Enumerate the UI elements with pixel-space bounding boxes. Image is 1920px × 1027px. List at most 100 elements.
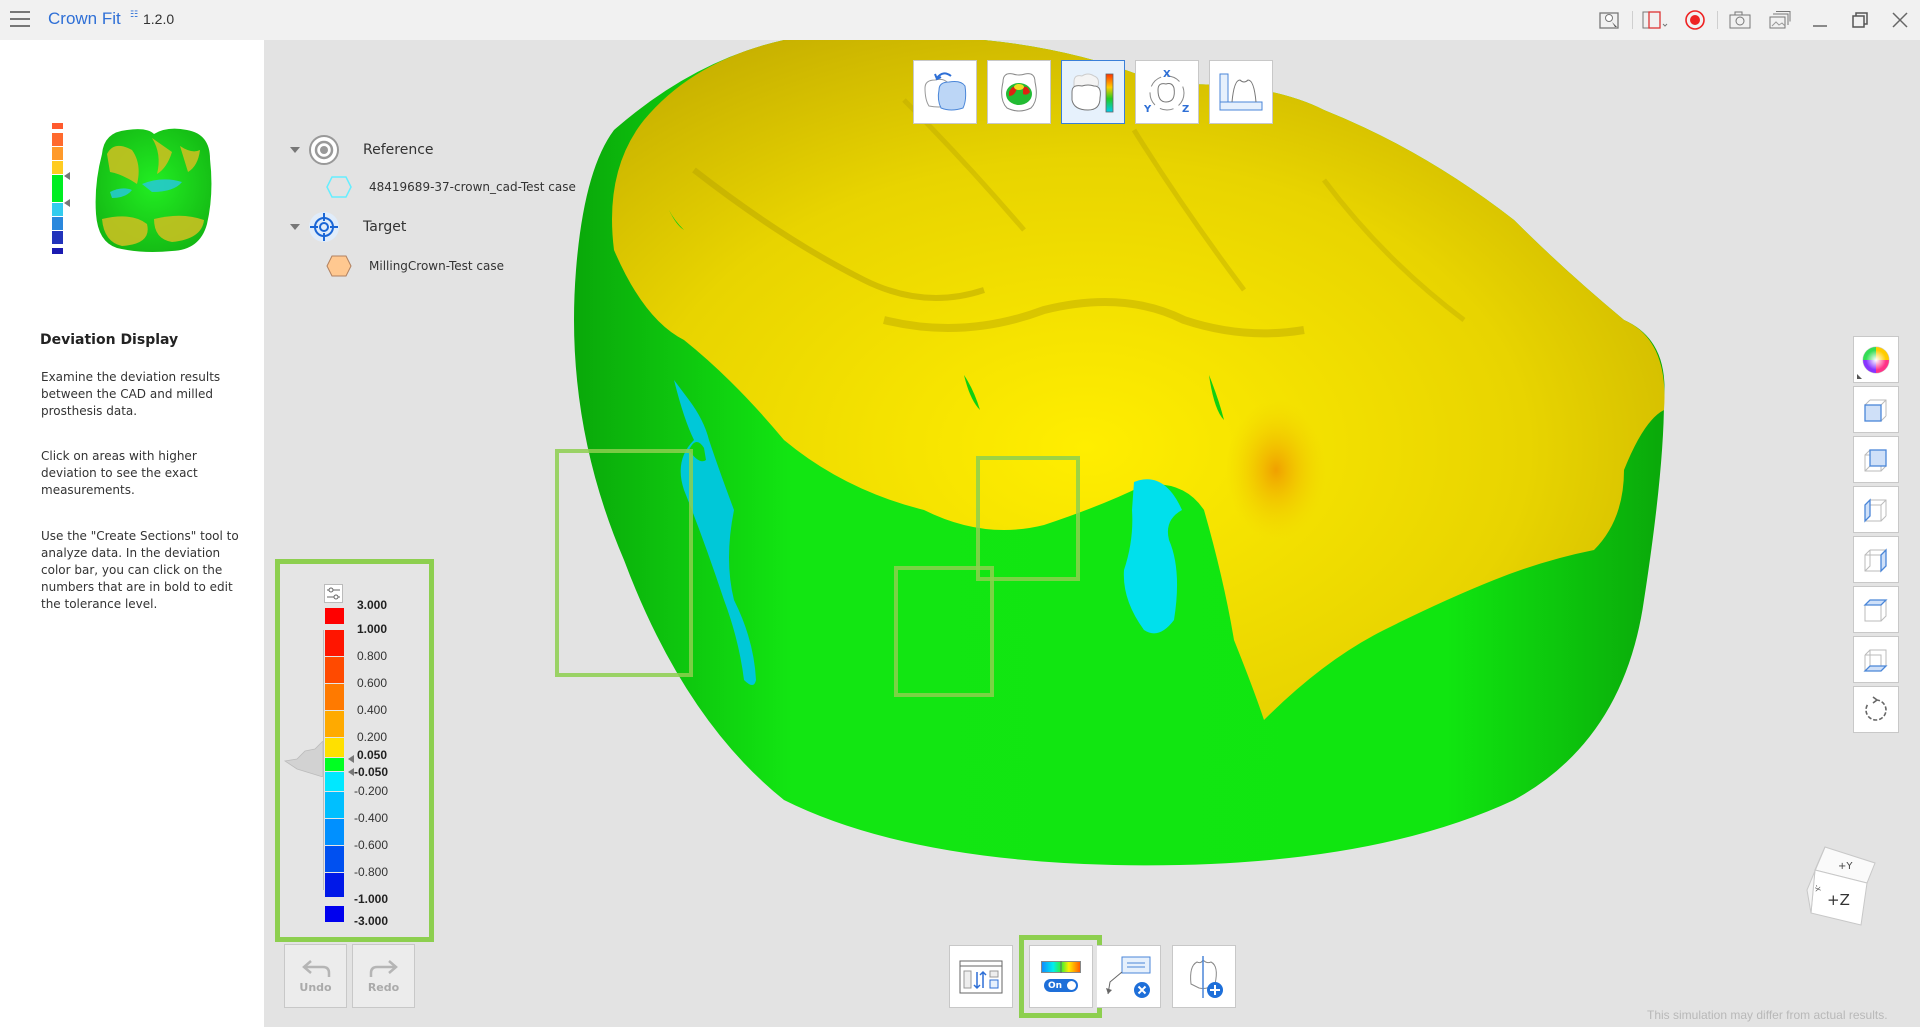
mini-color-segment (52, 161, 63, 175)
legend-color-segment (325, 711, 344, 737)
view-buttons-column (1853, 336, 1899, 733)
screen-capture-icon (1642, 11, 1668, 29)
tips-button[interactable] (1590, 0, 1630, 40)
bottom-view-button[interactable] (1853, 636, 1899, 683)
left-view-cube-icon (1864, 497, 1887, 523)
record-icon (1685, 10, 1705, 30)
deviation-highlight-2 (894, 566, 994, 697)
left-sidebar: Deviation Display Examine the deviation … (0, 40, 264, 1027)
back-view-button[interactable] (1853, 436, 1899, 483)
undo-label: Undo (299, 980, 332, 994)
deviation-display-button[interactable] (1061, 60, 1125, 124)
rotate-axis-button[interactable]: X Y Z (1135, 60, 1199, 124)
legend-value-label[interactable]: 0.050 (357, 748, 387, 762)
legend-value-label[interactable]: -0.050 (354, 765, 388, 779)
tree-reference-row[interactable]: Reference (290, 134, 434, 166)
legend-color-segment (325, 738, 344, 757)
layout-swap-icon (959, 960, 1003, 993)
deviation-display-icon (1071, 73, 1114, 113)
tree-target-item[interactable]: MillingCrown-Test case (326, 255, 504, 277)
sliders-icon (327, 587, 340, 600)
top-view-cube-icon (1863, 598, 1888, 621)
legend-value-label[interactable]: 3.000 (357, 598, 387, 612)
svg-text:Z: Z (1182, 104, 1189, 115)
occlusion-map-icon (1001, 73, 1037, 112)
expand-caret-icon[interactable] (290, 224, 300, 230)
gizmo-top-label: +Y (1838, 861, 1853, 872)
gallery-button[interactable] (1760, 0, 1800, 40)
menu-icon[interactable] (10, 11, 30, 29)
tips-icon (1599, 12, 1619, 29)
mini-color-bar (52, 123, 63, 255)
upper-tolerance-marker-icon[interactable] (348, 755, 354, 763)
target-icon (309, 212, 339, 242)
redo-button[interactable]: Redo (352, 944, 415, 1008)
camera-button[interactable] (1720, 0, 1760, 40)
mini-tolerance-marker-icon (64, 172, 70, 180)
sections-tip-paragraph: Use the "Create Sections" tool to analyz… (41, 529, 239, 611)
legend-color-segment (325, 792, 344, 818)
deviation-highlight-3 (976, 456, 1080, 581)
screen-capture-button[interactable] (1635, 0, 1675, 40)
legend-value-label: 0.400 (357, 703, 388, 717)
gizmo-front-label: +Z (1827, 891, 1850, 909)
create-section-button[interactable] (1172, 945, 1236, 1008)
minimize-icon (1813, 25, 1827, 27)
measure-section-button[interactable] (1209, 60, 1273, 124)
left-view-button[interactable] (1853, 486, 1899, 533)
legend-value-label: -0.400 (354, 811, 389, 825)
tree-target-row[interactable]: Target (290, 211, 406, 243)
maximize-icon (1852, 12, 1868, 28)
occlusion-map-button[interactable] (987, 60, 1051, 124)
front-view-cube-icon (1864, 399, 1887, 422)
maximize-button[interactable] (1840, 0, 1880, 40)
mini-color-segment (52, 217, 63, 231)
reset-view-button[interactable] (1853, 686, 1899, 733)
reference-icon (309, 135, 339, 165)
legend-color-segment (325, 846, 344, 872)
annotation-delete-button[interactable] (1097, 945, 1161, 1008)
svg-text:X: X (1163, 69, 1171, 80)
front-view-button[interactable] (1853, 386, 1899, 433)
expand-caret-icon[interactable] (290, 147, 300, 153)
undo-button[interactable]: Undo (284, 944, 347, 1008)
legend-value-label[interactable]: 1.000 (357, 622, 387, 636)
app-badge-icon: ☷ (130, 10, 138, 20)
bottom-view-cube-icon (1863, 649, 1888, 672)
instruction-paragraph: Click on areas with higher deviation to … (41, 449, 198, 497)
lower-tolerance-marker-icon[interactable] (348, 768, 354, 776)
top-view-button[interactable] (1853, 586, 1899, 633)
target-mesh-icon (326, 255, 352, 277)
legend-settings-button[interactable] (324, 584, 343, 603)
tree-reference-item[interactable]: 48419689-37-crown_cad-Test case (326, 176, 576, 198)
color-wheel-button[interactable] (1853, 336, 1899, 383)
mini-color-segment (52, 248, 63, 255)
close-button[interactable] (1880, 0, 1920, 40)
orientation-cube[interactable]: +Y +Z -X (1805, 845, 1885, 930)
record-button[interactable] (1675, 0, 1715, 40)
legend-color-segment (325, 819, 344, 845)
right-view-cube-icon (1864, 547, 1887, 573)
minimize-button[interactable] (1800, 0, 1840, 40)
superimpose-button[interactable] (913, 60, 977, 124)
mini-tolerance-marker-icon (64, 199, 70, 207)
target-item-label: MillingCrown-Test case (369, 259, 504, 273)
rotate-axis-icon: X Y Z (1143, 69, 1189, 115)
annotation-delete-icon (1105, 956, 1150, 998)
layout-swap-button[interactable] (949, 945, 1013, 1008)
deviation-highlight-1 (555, 449, 693, 677)
mini-color-segment (52, 203, 63, 217)
redo-label: Redo (367, 980, 400, 994)
legend-value-label: -0.800 (354, 865, 389, 879)
legend-color-segment (325, 657, 344, 683)
camera-icon (1729, 11, 1751, 29)
create-section-icon (1190, 955, 1223, 998)
close-icon (1892, 12, 1908, 28)
right-view-button[interactable] (1853, 536, 1899, 583)
legend-value-label[interactable]: -1.000 (354, 892, 388, 906)
legend-color-segment (325, 772, 344, 791)
back-view-cube-icon (1864, 448, 1887, 471)
top-toolbar: X Y Z (913, 60, 1273, 124)
legend-value-label[interactable]: -3.000 (354, 914, 388, 928)
legend-over-max-swatch (325, 608, 344, 624)
